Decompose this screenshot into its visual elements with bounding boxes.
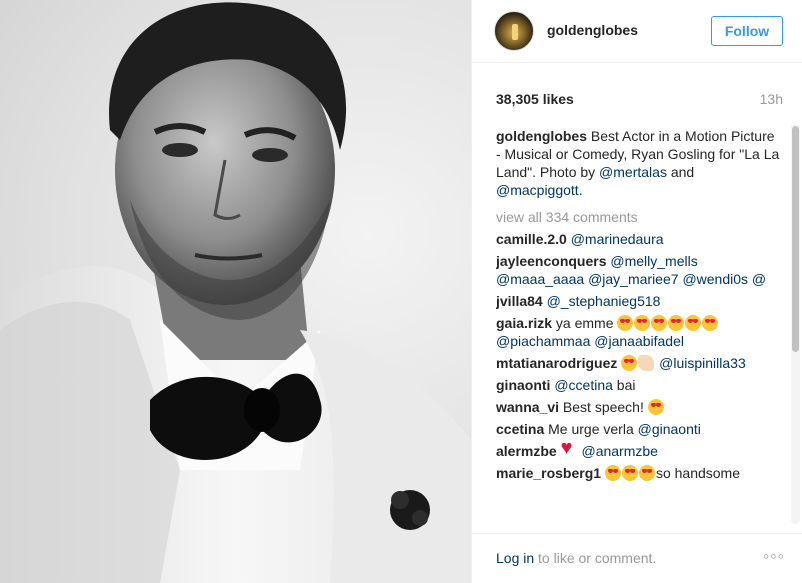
heart-eyes-emoji-icon xyxy=(647,399,664,415)
comment: alermzbe @anarmzbe xyxy=(496,442,782,460)
comment-username[interactable]: gaia.rizk xyxy=(496,315,552,331)
heart-eyes-emoji-icon xyxy=(638,465,655,481)
red-heart-emoji-icon xyxy=(561,442,577,459)
likes-row: 38,305 likes 13h xyxy=(472,76,802,116)
heart-eyes-emoji-icon xyxy=(617,315,634,331)
mention-link[interactable]: @wendi0s xyxy=(682,271,748,287)
mention-link[interactable]: @_stephanieg518 xyxy=(547,293,661,309)
caption: goldenglobes Best Actor in a Motion Pict… xyxy=(496,127,782,199)
caption-text: and xyxy=(666,164,695,180)
follow-button[interactable]: Follow xyxy=(711,16,783,46)
comment-username[interactable]: mtatianarodriguez xyxy=(496,355,617,371)
comment-text: so handsome xyxy=(655,465,741,481)
heart-eyes-emoji-icon xyxy=(651,315,668,331)
avatar[interactable] xyxy=(494,11,534,51)
comment: wanna_vi Best speech! xyxy=(496,398,782,416)
post-photo[interactable] xyxy=(0,0,471,583)
login-link[interactable]: Log in xyxy=(496,550,534,566)
mention-link[interactable]: @mertalas xyxy=(599,164,667,180)
comment-text: bai xyxy=(612,377,636,393)
heart-eyes-emoji-icon xyxy=(621,355,638,371)
mention-link[interactable]: @ginaonti xyxy=(638,421,701,437)
portrait-image xyxy=(0,2,471,583)
globe-statue-icon xyxy=(512,24,518,40)
comment-username[interactable]: wanna_vi xyxy=(496,399,559,415)
comment-username[interactable]: ccetina xyxy=(496,421,544,437)
comment-username[interactable]: alermzbe xyxy=(496,443,557,459)
caption-text: . xyxy=(578,182,583,198)
comment-text: ya emme xyxy=(552,315,614,331)
mention-link[interactable]: @piachammaa xyxy=(496,333,590,349)
heart-eyes-emoji-icon xyxy=(668,315,685,331)
post-footer: Log in to like or comment. ◦◦◦ xyxy=(472,533,802,583)
post-side-panel: goldenglobes Follow 38,305 likes 13h gol… xyxy=(471,0,802,583)
mention-link[interactable]: @luispinilla33 xyxy=(659,355,746,371)
heart-eyes-emoji-icon xyxy=(634,315,651,331)
comment-text: Me urge verla xyxy=(544,421,638,437)
comment-username[interactable]: camille.2.0 xyxy=(496,231,567,247)
comment: gaia.rizk ya emme @piachammaa @janaabifa… xyxy=(496,314,782,350)
comment-username[interactable]: marie_rosberg1 xyxy=(496,465,601,481)
comment-username[interactable]: jvilla84 xyxy=(496,293,543,309)
scrollbar-thumb[interactable] xyxy=(792,126,799,352)
comment: jayleenconquers @melly_mells @maaa_aaaa … xyxy=(496,252,782,288)
comment: marie_rosberg1 so handsome xyxy=(496,464,782,482)
comment: ginaonti @ccetina bai xyxy=(496,376,782,394)
comment-username[interactable]: ginaonti xyxy=(496,377,550,393)
mention-link[interactable]: @janaabifadel xyxy=(594,333,684,349)
heart-eyes-emoji-icon xyxy=(702,315,719,331)
post-time[interactable]: 13h xyxy=(760,91,783,107)
clapping-hands-emoji-icon xyxy=(638,355,655,371)
comment: jvilla84 @_stephanieg518 xyxy=(496,292,782,310)
heart-eyes-emoji-icon xyxy=(604,465,621,481)
login-prompt-text: to like or comment. xyxy=(534,550,657,566)
username[interactable]: goldenglobes xyxy=(547,22,638,38)
comment-username[interactable]: jayleenconquers xyxy=(496,253,607,269)
heart-eyes-emoji-icon xyxy=(685,315,702,331)
comments-scrollbar[interactable] xyxy=(791,124,800,524)
login-prompt: Log in to like or comment. xyxy=(496,550,656,566)
mention-link[interactable]: @marinedaura xyxy=(571,231,664,247)
mention-link[interactable]: @anarmzbe xyxy=(581,443,657,459)
comment: mtatianarodriguez @luispinilla33 xyxy=(496,354,782,372)
view-all-comments-link[interactable]: view all 334 comments xyxy=(496,208,782,226)
mention-link[interactable]: @ xyxy=(752,271,766,287)
mention-link[interactable]: @ccetina xyxy=(554,377,613,393)
comments-list[interactable]: goldenglobes Best Actor in a Motion Pict… xyxy=(472,120,802,524)
more-options-icon[interactable]: ◦◦◦ xyxy=(763,546,785,567)
mention-link[interactable]: @macpiggott xyxy=(496,182,579,198)
heart-eyes-emoji-icon xyxy=(621,465,638,481)
mention-link[interactable]: @melly_mells xyxy=(610,253,697,269)
mention-link[interactable]: @maaa_aaaa xyxy=(496,271,584,287)
post-header: goldenglobes Follow xyxy=(472,0,802,63)
comment-text: Best speech! xyxy=(559,399,644,415)
likes-count[interactable]: 38,305 likes xyxy=(496,91,574,107)
comment: ccetina Me urge verla @ginaonti xyxy=(496,420,782,438)
comment: camille.2.0 @marinedaura xyxy=(496,230,782,248)
mention-link[interactable]: @jay_mariee7 xyxy=(588,271,678,287)
caption-username[interactable]: goldenglobes xyxy=(496,128,587,144)
